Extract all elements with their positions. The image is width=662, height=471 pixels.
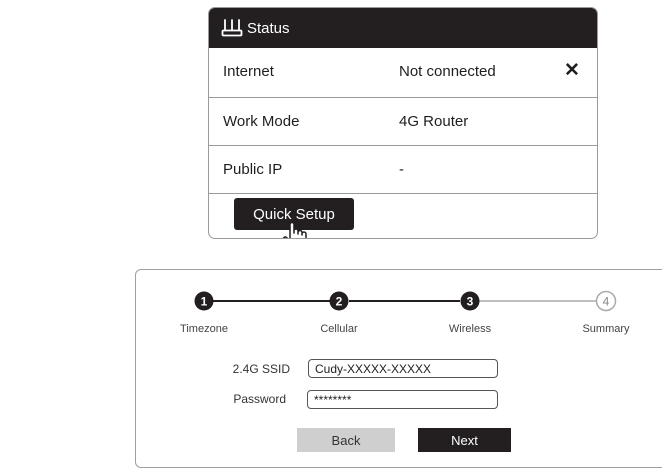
step-label-wireless: Wireless	[448, 323, 492, 335]
status-row-value: 4G Router	[399, 113, 469, 130]
step-number: 1	[201, 295, 208, 309]
close-icon: ✕	[564, 60, 580, 81]
step-number: 4	[603, 295, 610, 309]
status-row-value: Not connected	[399, 63, 496, 80]
status-header: Status	[209, 8, 597, 48]
step-label-summary: Summary	[582, 323, 630, 335]
status-row-public-ip: Public IP -	[209, 146, 597, 194]
setup-wizard: 1 2 3 4 Timezone Cellular Wireless Summa…	[135, 269, 662, 468]
status-row-work-mode: Work Mode 4G Router	[209, 98, 597, 146]
step-4: 4	[595, 290, 617, 312]
step-1: 1	[194, 291, 214, 311]
status-title: Status	[247, 19, 290, 37]
status-row-label: Work Mode	[223, 113, 300, 130]
step-label-timezone: Timezone	[180, 323, 228, 335]
status-panel: Status Internet Not connected ✕ Work Mod…	[208, 7, 598, 239]
step-number: 2	[336, 295, 343, 309]
step-3: 3	[460, 291, 480, 311]
status-row-label: Public IP	[223, 161, 283, 178]
ssid-label: 2.4G SSID	[232, 362, 290, 376]
ssid-input[interactable]	[308, 359, 498, 378]
hand-pointer-icon	[280, 219, 310, 238]
step-2: 2	[329, 291, 349, 311]
step-label-cellular: Cellular	[320, 323, 358, 335]
password-label: Password	[233, 392, 286, 406]
router-icon	[221, 18, 243, 38]
step-number: 3	[467, 295, 474, 309]
status-row-internet: Internet Not connected ✕	[209, 48, 597, 98]
next-button[interactable]: Next	[418, 428, 511, 452]
back-button[interactable]: Back	[297, 428, 395, 452]
status-row-value: -	[399, 161, 404, 178]
password-input[interactable]	[307, 390, 498, 409]
status-row-label: Internet	[223, 63, 274, 80]
